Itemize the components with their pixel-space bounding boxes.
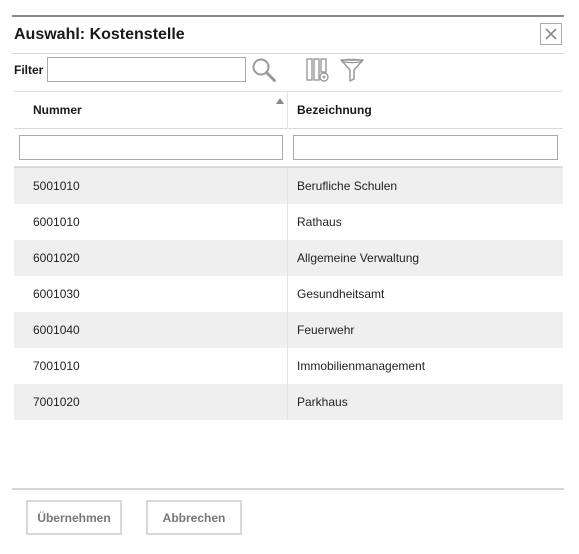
columns-settings-icon xyxy=(306,58,329,82)
cell-bezeichnung: Parkhaus xyxy=(297,395,348,409)
table-row[interactable]: 5001010 Berufliche Schulen xyxy=(14,167,563,204)
column-divider xyxy=(287,276,288,312)
footer-divider xyxy=(12,488,564,490)
filter-button[interactable] xyxy=(338,56,366,84)
bezeichnung-filter-input[interactable] xyxy=(293,135,558,160)
results-table: Nummer Bezeichnung 5001010 Berufliche Sc… xyxy=(14,91,563,420)
search-button[interactable] xyxy=(250,56,278,84)
cell-nummer: 7001020 xyxy=(33,395,80,409)
sort-ascending-icon[interactable] xyxy=(276,98,284,104)
cell-nummer: 7001010 xyxy=(33,359,80,373)
table-row[interactable]: 6001020 Allgemeine Verwaltung xyxy=(14,240,563,276)
table-row[interactable]: 7001020 Parkhaus xyxy=(14,384,563,420)
top-divider xyxy=(12,15,564,17)
cell-bezeichnung: Berufliche Schulen xyxy=(297,179,398,193)
title-divider xyxy=(12,53,564,54)
filter-input[interactable] xyxy=(47,57,246,82)
column-divider xyxy=(287,348,288,384)
table-row[interactable]: 7001010 Immobilienmanagement xyxy=(14,348,563,384)
search-icon xyxy=(252,58,276,82)
cell-bezeichnung: Rathaus xyxy=(297,215,342,229)
cell-nummer: 6001040 xyxy=(33,323,80,337)
table-row[interactable]: 6001030 Gesundheitsamt xyxy=(14,276,563,312)
filter-label: Filter xyxy=(14,63,44,77)
cell-nummer: 6001010 xyxy=(33,215,80,229)
table-row[interactable]: 6001040 Feuerwehr xyxy=(14,312,563,348)
table-row[interactable]: 6001010 Rathaus xyxy=(14,204,563,240)
table-header: Nummer Bezeichnung xyxy=(14,91,563,129)
column-header-nummer[interactable]: Nummer xyxy=(33,92,82,128)
close-button[interactable] xyxy=(540,23,562,45)
cell-bezeichnung: Feuerwehr xyxy=(297,323,355,337)
nummer-filter-input[interactable] xyxy=(19,135,283,160)
column-divider xyxy=(287,92,288,128)
column-divider xyxy=(287,204,288,240)
close-icon xyxy=(545,28,557,40)
accept-button[interactable]: Übernehmen xyxy=(26,500,122,535)
cancel-button[interactable]: Abbrechen xyxy=(146,500,242,535)
cell-bezeichnung: Allgemeine Verwaltung xyxy=(297,251,420,265)
cell-nummer: 6001020 xyxy=(33,251,80,265)
cell-nummer: 5001010 xyxy=(33,179,80,193)
dialog-title: Auswahl: Kostenstelle xyxy=(14,26,185,43)
cell-bezeichnung: Immobilienmanagement xyxy=(297,359,426,373)
cell-nummer: 6001030 xyxy=(33,287,80,301)
column-filter-row xyxy=(14,129,563,167)
table-body: 5001010 Berufliche Schulen 6001010 Ratha… xyxy=(14,167,563,420)
column-settings-button[interactable] xyxy=(304,56,332,84)
column-divider xyxy=(287,168,288,204)
column-divider xyxy=(287,384,288,420)
column-header-bezeichnung[interactable]: Bezeichnung xyxy=(297,92,372,128)
column-divider xyxy=(287,240,288,276)
cell-bezeichnung: Gesundheitsamt xyxy=(297,287,385,301)
column-divider xyxy=(287,312,288,348)
filter-icon xyxy=(340,58,364,82)
